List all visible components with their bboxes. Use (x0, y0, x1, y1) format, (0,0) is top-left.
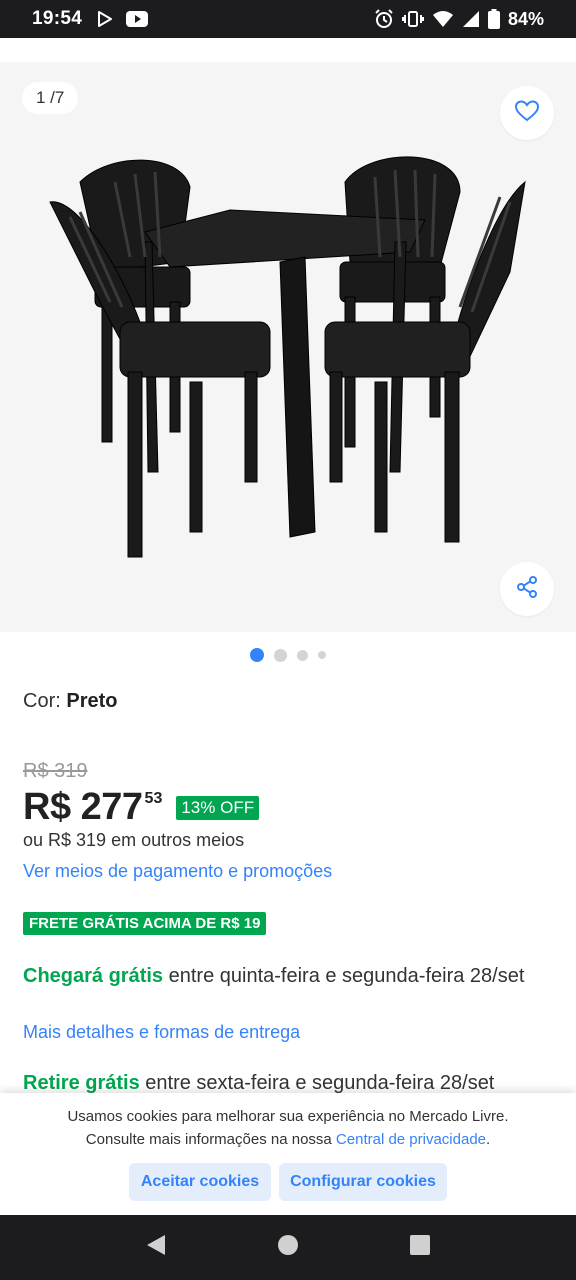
battery-icon (487, 9, 500, 29)
old-price: R$ 319 (23, 760, 88, 782)
product-image[interactable] (40, 142, 540, 562)
share-icon (515, 575, 539, 604)
image-counter: 1 /7 (22, 82, 79, 114)
vibrate-icon (401, 10, 424, 28)
privacy-center-link[interactable]: Central de privacidade (336, 1131, 486, 1148)
color-label: Cor: (23, 690, 61, 712)
cookie-banner: Usamos cookies para melhorar sua experiê… (0, 1093, 576, 1215)
pagination-dot-active[interactable] (250, 648, 264, 662)
status-time: 19:54 (32, 8, 83, 29)
pagination-dot[interactable] (274, 648, 287, 662)
home-icon[interactable] (277, 1234, 299, 1261)
color-row: Cor: Preto (23, 690, 553, 713)
cookie-message: Usamos cookies para melhorar sua experiê… (0, 1105, 576, 1151)
price-row: R$ 277 53 13% OFF (23, 786, 553, 829)
wifi-icon (432, 10, 454, 28)
system-nav-bar (0, 1215, 576, 1280)
arrival-text: entre quinta-feira e segunda-feira 28/se… (163, 965, 525, 987)
alt-price: ou R$ 319 em outros meios (23, 830, 245, 850)
play-store-icon (96, 10, 114, 28)
color-value: Preto (66, 690, 118, 712)
youtube-icon (126, 11, 149, 27)
payment-methods-link[interactable]: Ver meios de pagamento e promoções (23, 861, 553, 882)
recents-icon[interactable] (409, 1234, 431, 1261)
cookie-actions: Aceitar cookies Configurar cookies (0, 1163, 576, 1201)
back-icon[interactable] (145, 1233, 167, 1262)
heart-icon (514, 99, 540, 128)
cookie-line-2: Consulte mais informações na nossa Centr… (0, 1128, 576, 1151)
product-gallery[interactable]: 1 /7 (0, 62, 576, 632)
battery-percent: 84% (507, 8, 544, 29)
price-cents: 53 (144, 790, 163, 807)
pagination-dot[interactable] (318, 651, 326, 659)
favorite-button[interactable] (500, 86, 554, 140)
arrival-info: Chegará grátis entre quinta-feira e segu… (23, 962, 553, 991)
top-strip (0, 38, 576, 62)
price-main: R$ 277 (23, 786, 143, 828)
status-bar: 19:54 84% (0, 0, 576, 38)
alarm-icon (374, 9, 394, 29)
cookie-line-1: Usamos cookies para melhorar sua experiê… (67, 1108, 509, 1125)
pickup-highlight: Retire grátis (23, 1072, 140, 1094)
cookie-line-2-prefix: Consulte mais informações na nossa (85, 1131, 336, 1148)
free-shipping-row: FRETE GRÁTIS ACIMA DE R$ 19 (23, 912, 553, 935)
cookie-line-2-suffix: . (486, 1131, 491, 1148)
share-button[interactable] (500, 562, 554, 616)
signal-icon (462, 10, 480, 28)
pickup-info: Retire grátis entre sexta-feira e segund… (23, 1072, 553, 1095)
configure-cookies-button[interactable]: Configurar cookies (279, 1163, 447, 1201)
pagination-dot[interactable] (297, 649, 308, 661)
free-shipping-badge: FRETE GRÁTIS ACIMA DE R$ 19 (23, 912, 267, 935)
arrival-highlight: Chegará grátis (23, 965, 164, 987)
discount-badge: 13% OFF (176, 796, 260, 820)
accept-cookies-button[interactable]: Aceitar cookies (129, 1163, 271, 1201)
delivery-details-link[interactable]: Mais detalhes e formas de entrega (23, 1022, 553, 1043)
gallery-pagination (0, 648, 576, 662)
pickup-text: entre sexta-feira e segunda-feira 28/set (139, 1072, 495, 1094)
